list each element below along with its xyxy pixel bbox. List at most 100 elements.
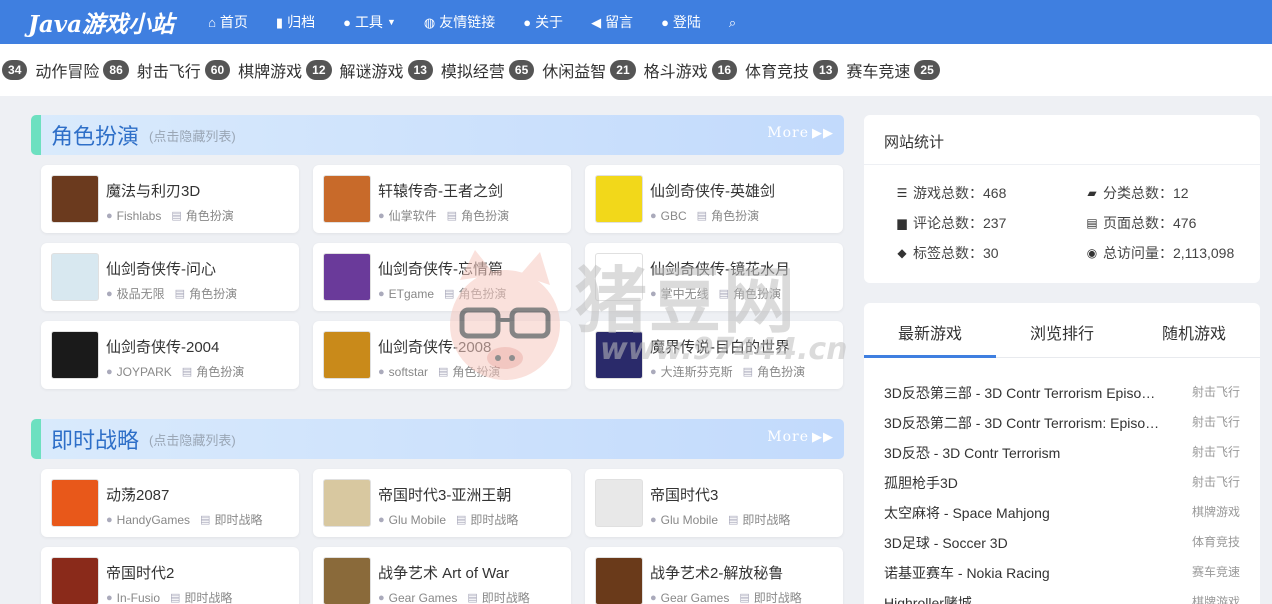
- game-title[interactable]: 战争艺术 Art of War: [378, 562, 509, 583]
- game-thumbnail[interactable]: [323, 175, 371, 223]
- game-card[interactable]: 仙剑奇侠传-镜花水月 ● 掌中无线 ▤ 角色扮演: [585, 243, 843, 311]
- game-card[interactable]: 魔界传说-目白的世界 ● 大连斯芬克斯 ▤ 角色扮演: [585, 321, 843, 389]
- tab-browse-ranking[interactable]: 浏览排行: [1030, 320, 1094, 344]
- list-item-title[interactable]: 3D反恐 - 3D Contr Terrorism: [884, 443, 1060, 463]
- game-card[interactable]: 仙剑奇侠传-2004 ● JOYPARK ▤ 角色扮演: [41, 321, 299, 389]
- game-title[interactable]: 魔法与利刃3D: [106, 180, 200, 201]
- game-title[interactable]: 仙剑奇侠传-忘情篇: [378, 258, 503, 279]
- game-thumbnail[interactable]: [51, 175, 99, 223]
- nav-item-7[interactable]: ⌕: [715, 0, 754, 44]
- section-header-role-playing[interactable]: 角色扮演 (点击隐藏列表) More ▶▶: [31, 115, 844, 155]
- game-category[interactable]: 角色扮演: [461, 207, 509, 224]
- category-item[interactable]: 戏34: [0, 58, 28, 82]
- list-item-category[interactable]: 棋牌游戏: [1192, 503, 1240, 523]
- nav-item-5[interactable]: ◀ 留言: [577, 0, 647, 44]
- game-card[interactable]: 帝国时代2 ● In-Fusio ▤ 即时战略: [41, 547, 299, 604]
- game-title[interactable]: 仙剑奇侠传-镜花水月: [650, 258, 790, 279]
- category-item[interactable]: 解谜游戏 13: [340, 58, 433, 82]
- game-title[interactable]: 仙剑奇侠传-2004: [106, 336, 219, 357]
- game-category[interactable]: 角色扮演: [711, 207, 759, 224]
- game-category[interactable]: 即时战略: [470, 511, 518, 528]
- list-item-title[interactable]: 3D足球 - Soccer 3D: [884, 533, 1008, 553]
- list-item[interactable]: 孤胆枪手3D 射击飞行: [884, 473, 1240, 493]
- game-title[interactable]: 帝国时代3: [650, 484, 718, 505]
- list-item[interactable]: Highroller赌城 棋牌游戏: [884, 593, 1240, 604]
- game-thumbnail[interactable]: [595, 479, 643, 527]
- game-title[interactable]: 帝国时代3-亚洲王朝: [378, 484, 511, 505]
- nav-item-4[interactable]: ● 关于: [509, 0, 577, 44]
- list-item-category[interactable]: 射击飞行: [1192, 413, 1240, 433]
- game-title[interactable]: 动荡2087: [106, 484, 169, 505]
- list-item-title[interactable]: 3D反恐第三部 - 3D Contr Terrorism Episo…: [884, 383, 1155, 403]
- game-card[interactable]: 战争艺术 Art of War ● Gear Games ▤ 即时战略: [313, 547, 571, 604]
- game-card[interactable]: 帝国时代3 ● Glu Mobile ▤ 即时战略: [585, 469, 843, 537]
- game-title[interactable]: 魔界传说-目白的世界: [650, 336, 790, 357]
- category-item[interactable]: 射击飞行 60: [137, 58, 231, 82]
- category-item[interactable]: 格斗游戏 16: [644, 58, 737, 82]
- game-category[interactable]: 角色扮演: [733, 285, 781, 302]
- list-item-title[interactable]: 诺基亚赛车 - Nokia Racing: [884, 563, 1050, 583]
- game-category[interactable]: 角色扮演: [189, 285, 237, 302]
- more-link[interactable]: More ▶▶: [767, 429, 834, 445]
- game-category[interactable]: 即时战略: [184, 589, 232, 604]
- game-card[interactable]: 魔法与利刃3D ● Fishlabs ▤ 角色扮演: [41, 165, 299, 233]
- list-item-title[interactable]: 太空麻将 - Space Mahjong: [884, 503, 1050, 523]
- site-logo[interactable]: Java游戏小站: [28, 5, 174, 39]
- game-title[interactable]: 仙剑奇侠传-2008: [378, 336, 491, 357]
- game-category[interactable]: 即时战略: [214, 511, 262, 528]
- game-category[interactable]: 角色扮演: [757, 363, 805, 380]
- list-item-title[interactable]: 孤胆枪手3D: [884, 473, 958, 493]
- nav-item-3[interactable]: ◍ 友情链接: [410, 0, 509, 44]
- section-header-rts[interactable]: 即时战略 (点击隐藏列表) More ▶▶: [31, 419, 844, 459]
- game-thumbnail[interactable]: [595, 331, 643, 379]
- game-thumbnail[interactable]: [595, 175, 643, 223]
- game-thumbnail[interactable]: [51, 557, 99, 604]
- nav-item-1[interactable]: ▮ 归档: [262, 0, 329, 44]
- game-card[interactable]: 轩辕传奇-王者之剑 ● 仙掌软件 ▤ 角色扮演: [313, 165, 571, 233]
- game-card[interactable]: 帝国时代3-亚洲王朝 ● Glu Mobile ▤ 即时战略: [313, 469, 571, 537]
- list-item[interactable]: 诺基亚赛车 - Nokia Racing 赛车竞速: [884, 563, 1240, 583]
- list-item-title[interactable]: Highroller赌城: [884, 593, 972, 604]
- list-item-category[interactable]: 棋牌游戏: [1192, 593, 1240, 604]
- more-link[interactable]: More ▶▶: [767, 125, 834, 141]
- game-thumbnail[interactable]: [323, 253, 371, 301]
- tab-random-games[interactable]: 随机游戏: [1162, 320, 1226, 344]
- category-item[interactable]: 棋牌游戏 12: [238, 58, 332, 82]
- game-title[interactable]: 轩辕传奇-王者之剑: [378, 180, 503, 201]
- list-item[interactable]: 3D反恐第三部 - 3D Contr Terrorism Episo… 射击飞行: [884, 383, 1240, 403]
- game-thumbnail[interactable]: [323, 331, 371, 379]
- list-item-category[interactable]: 赛车竞速: [1192, 563, 1240, 583]
- game-category[interactable]: 角色扮演: [186, 207, 234, 224]
- game-category[interactable]: 即时战略: [754, 589, 802, 604]
- list-item-category[interactable]: 射击飞行: [1192, 383, 1240, 403]
- category-item[interactable]: 动作冒险 86: [35, 58, 129, 82]
- game-category[interactable]: 角色扮演: [458, 285, 506, 302]
- game-thumbnail[interactable]: [323, 557, 371, 604]
- game-category[interactable]: 角色扮演: [196, 363, 244, 380]
- game-card[interactable]: 战争艺术2-解放秘鲁 ● Gear Games ▤ 即时战略: [585, 547, 843, 604]
- list-item[interactable]: 3D反恐第二部 - 3D Contr Terrorism: Episo… 射击飞行: [884, 413, 1240, 433]
- game-thumbnail[interactable]: [51, 253, 99, 301]
- list-item[interactable]: 3D足球 - Soccer 3D 体育竞技: [884, 533, 1240, 553]
- game-thumbnail[interactable]: [323, 479, 371, 527]
- list-item-category[interactable]: 体育竞技: [1192, 533, 1240, 553]
- category-item[interactable]: 模拟经营 65: [441, 58, 535, 82]
- game-card[interactable]: 仙剑奇侠传-2008 ● softstar ▤ 角色扮演: [313, 321, 571, 389]
- game-thumbnail[interactable]: [595, 253, 643, 301]
- game-title[interactable]: 战争艺术2-解放秘鲁: [650, 562, 783, 583]
- nav-item-2[interactable]: ● 工具 ▼: [329, 0, 410, 44]
- game-card[interactable]: 动荡2087 ● HandyGames ▤ 即时战略: [41, 469, 299, 537]
- list-item[interactable]: 3D反恐 - 3D Contr Terrorism 射击飞行: [884, 443, 1240, 463]
- nav-item-0[interactable]: ⌂ 首页: [194, 0, 262, 44]
- list-item-category[interactable]: 射击飞行: [1192, 473, 1240, 493]
- section-hint[interactable]: (点击隐藏列表): [149, 430, 236, 449]
- list-item-title[interactable]: 3D反恐第二部 - 3D Contr Terrorism: Episo…: [884, 413, 1159, 433]
- game-category[interactable]: 即时战略: [482, 589, 530, 604]
- game-title[interactable]: 仙剑奇侠传-问心: [106, 258, 216, 279]
- game-card[interactable]: 仙剑奇侠传-忘情篇 ● ETgame ▤ 角色扮演: [313, 243, 571, 311]
- game-thumbnail[interactable]: [51, 331, 99, 379]
- game-card[interactable]: 仙剑奇侠传-问心 ● 极品无限 ▤ 角色扮演: [41, 243, 299, 311]
- category-item[interactable]: 体育竞技 13: [745, 58, 839, 82]
- game-card[interactable]: 仙剑奇侠传-英雄剑 ● GBC ▤ 角色扮演: [585, 165, 843, 233]
- game-thumbnail[interactable]: [51, 479, 99, 527]
